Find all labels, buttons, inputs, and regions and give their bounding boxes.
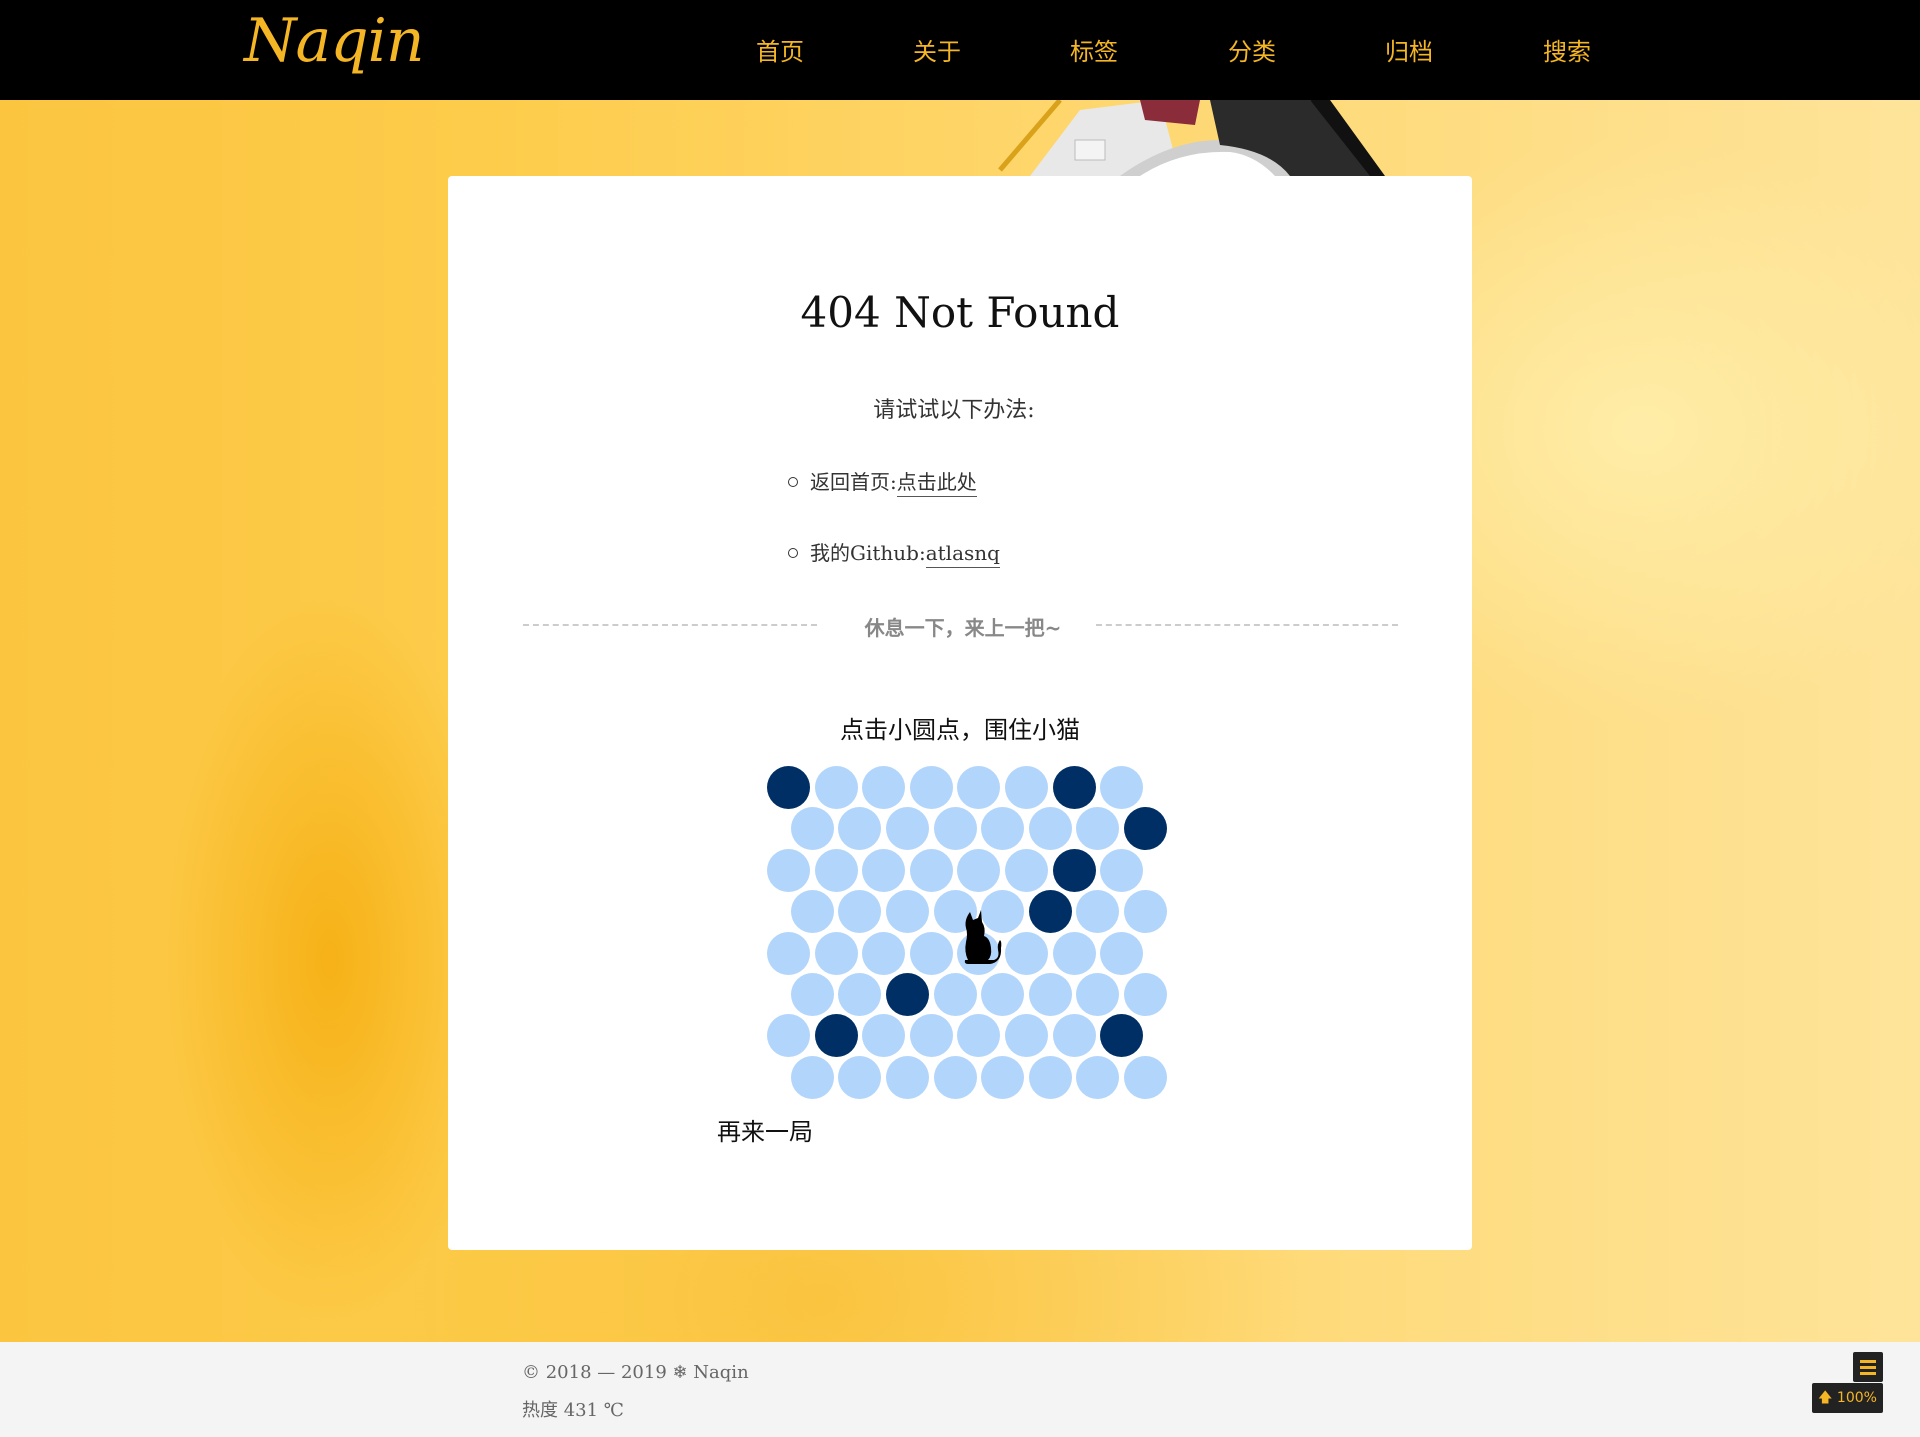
cat-icon[interactable] — [958, 908, 1004, 966]
heat-counter: 热度 431 ℃ — [522, 1400, 624, 1421]
game-dot-wall[interactable] — [814, 1014, 858, 1058]
nav-home[interactable]: 首页 — [756, 32, 804, 67]
game-dot[interactable] — [933, 973, 977, 1016]
game-dot[interactable] — [886, 890, 929, 934]
game-dot[interactable] — [957, 848, 1001, 892]
home-link[interactable]: 点击此处 — [896, 470, 977, 497]
copyright-text: © 2018 — 2019 ❄ Naqin — [522, 1362, 749, 1383]
game-dot[interactable] — [1076, 1055, 1120, 1099]
game-dot[interactable] — [1052, 1014, 1096, 1058]
game-dot[interactable] — [862, 766, 906, 809]
game-dot[interactable] — [814, 931, 858, 975]
game-dot[interactable] — [1100, 931, 1144, 975]
game-dot[interactable] — [790, 1055, 834, 1099]
game-dot-wall[interactable] — [1028, 890, 1072, 934]
game-dot[interactable] — [1028, 807, 1072, 851]
bullet-icon — [788, 547, 798, 558]
game-dot-wall[interactable] — [1052, 848, 1096, 892]
top-navbar: Naqin 首页 关于 标签 分类 归档 搜索 — [0, 0, 1920, 100]
game-dot[interactable] — [909, 766, 953, 809]
game-dot[interactable] — [1100, 848, 1144, 892]
divider-text: 休息一下，来上一把~ — [864, 616, 1062, 640]
game-dot[interactable] — [814, 848, 858, 892]
menu-toggle-button[interactable] — [1853, 1352, 1883, 1382]
game-dot[interactable] — [790, 890, 834, 934]
footer — [0, 1342, 1920, 1437]
game-dot[interactable] — [1005, 931, 1048, 975]
game-dot-wall[interactable] — [1052, 766, 1096, 809]
game-dot[interactable] — [1100, 766, 1144, 809]
game-dot[interactable] — [767, 848, 810, 892]
game-dot[interactable] — [790, 973, 834, 1016]
game-dot[interactable] — [862, 931, 906, 975]
game-dot[interactable] — [909, 1014, 953, 1058]
game-dot[interactable] — [838, 1055, 882, 1099]
nav-categories[interactable]: 分类 — [1228, 32, 1276, 67]
game-dot-wall[interactable] — [886, 973, 929, 1016]
game-dot-wall[interactable] — [767, 766, 810, 809]
game-dot[interactable] — [933, 1055, 977, 1099]
game-title: 点击小圆点，围住小猫 — [840, 716, 1080, 744]
list-item-home: 返回首页:点击此处 — [788, 466, 977, 497]
game-dot[interactable] — [886, 1055, 929, 1099]
nav-archives[interactable]: 归档 — [1385, 32, 1433, 67]
scroll-percent: 100% — [1836, 1390, 1877, 1406]
page-title: 404 Not Found — [800, 288, 1120, 337]
game-dot[interactable] — [1005, 848, 1048, 892]
site-logo[interactable]: Naqin — [244, 6, 425, 76]
game-dot[interactable] — [1124, 973, 1167, 1016]
game-dot[interactable] — [909, 848, 953, 892]
camera-decoration — [998, 100, 1385, 176]
game-dot[interactable] — [981, 973, 1025, 1016]
list-item-prefix: 返回首页: — [810, 470, 897, 494]
game-dot[interactable] — [1124, 890, 1167, 934]
game-dot[interactable] — [1028, 973, 1072, 1016]
game-dot[interactable] — [933, 807, 977, 851]
divider-line-right — [1096, 624, 1398, 626]
bullet-icon — [788, 476, 798, 487]
game-dot[interactable] — [1052, 931, 1096, 975]
page-subtitle: 请试试以下办法: — [873, 398, 1035, 423]
nav-about[interactable]: 关于 — [913, 32, 961, 67]
game-dot[interactable] — [862, 848, 906, 892]
list-item-github: 我的Github:atlasnq — [788, 537, 1000, 568]
hamburger-icon — [1860, 1360, 1876, 1363]
list-item-prefix: 我的Github: — [810, 541, 926, 565]
game-dot[interactable] — [767, 931, 810, 975]
restart-button[interactable]: 再来一局 — [717, 1112, 813, 1147]
hamburger-icon-bar — [1860, 1372, 1876, 1375]
nav-search[interactable]: 搜索 — [1543, 32, 1591, 67]
game-dot[interactable] — [1028, 1055, 1072, 1099]
game-dot[interactable] — [814, 766, 858, 809]
arrow-up-icon: 🡅 — [1818, 1390, 1833, 1406]
game-dot[interactable] — [1005, 766, 1048, 809]
game-dot[interactable] — [909, 931, 953, 975]
github-link[interactable]: atlasnq — [925, 541, 1000, 568]
back-to-top-button[interactable]: 🡅 100% — [1812, 1383, 1883, 1413]
game-dot[interactable] — [1124, 1055, 1167, 1099]
hamburger-icon-bar — [1860, 1366, 1876, 1369]
game-dot[interactable] — [981, 1055, 1025, 1099]
game-dot[interactable] — [790, 807, 834, 851]
nav-tags[interactable]: 标签 — [1070, 32, 1118, 67]
